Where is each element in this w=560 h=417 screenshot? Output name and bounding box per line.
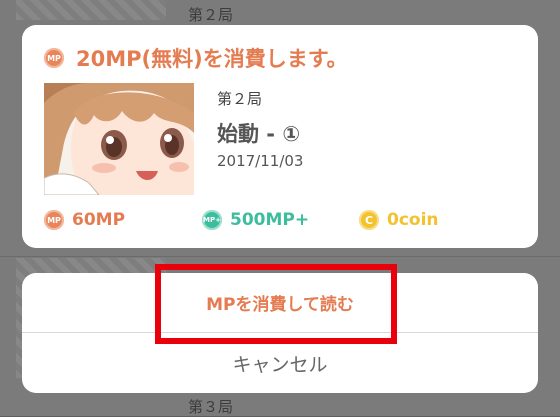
highlight-box [155, 264, 397, 344]
list-item-title: 第２局 [188, 6, 234, 24]
mp-balance-value: 60MP [72, 210, 126, 230]
dialog-title: 20MP(無料)を消費します。 [76, 47, 348, 71]
list-thumbnail [16, 0, 166, 20]
consume-dialog: MP 20MP(無料)を消費します。 第２局 始動 - ① 2017/11/03… [22, 25, 538, 248]
mp-plus-coin-icon: MP+ [202, 210, 222, 230]
dialog-header: MP 20MP(無料)を消費します。 [44, 43, 348, 73]
episode-title: 始動 - ① [217, 122, 301, 146]
episode-thumbnail [44, 83, 194, 195]
list-item: 第２局 [0, 0, 560, 24]
c-coin-icon: C [359, 210, 379, 230]
list-divider [0, 256, 560, 257]
coin-balance: C 0coin [359, 210, 439, 230]
coin-balance-value: 0coin [387, 210, 439, 230]
mp-coin-icon: MP [44, 210, 64, 230]
manga-girl-illustration [44, 83, 194, 195]
mp-coin-icon: MP [44, 48, 64, 68]
episode-number: 第２局 [217, 90, 263, 108]
mp-plus-balance-value: 500MP+ [230, 210, 310, 230]
mp-balance: MP 60MP [44, 210, 125, 230]
list-item-title: 第３局 [188, 398, 234, 416]
mp-plus-balance: MP+ 500MP+ [202, 210, 309, 230]
episode-date: 2017/11/03 [217, 152, 304, 170]
